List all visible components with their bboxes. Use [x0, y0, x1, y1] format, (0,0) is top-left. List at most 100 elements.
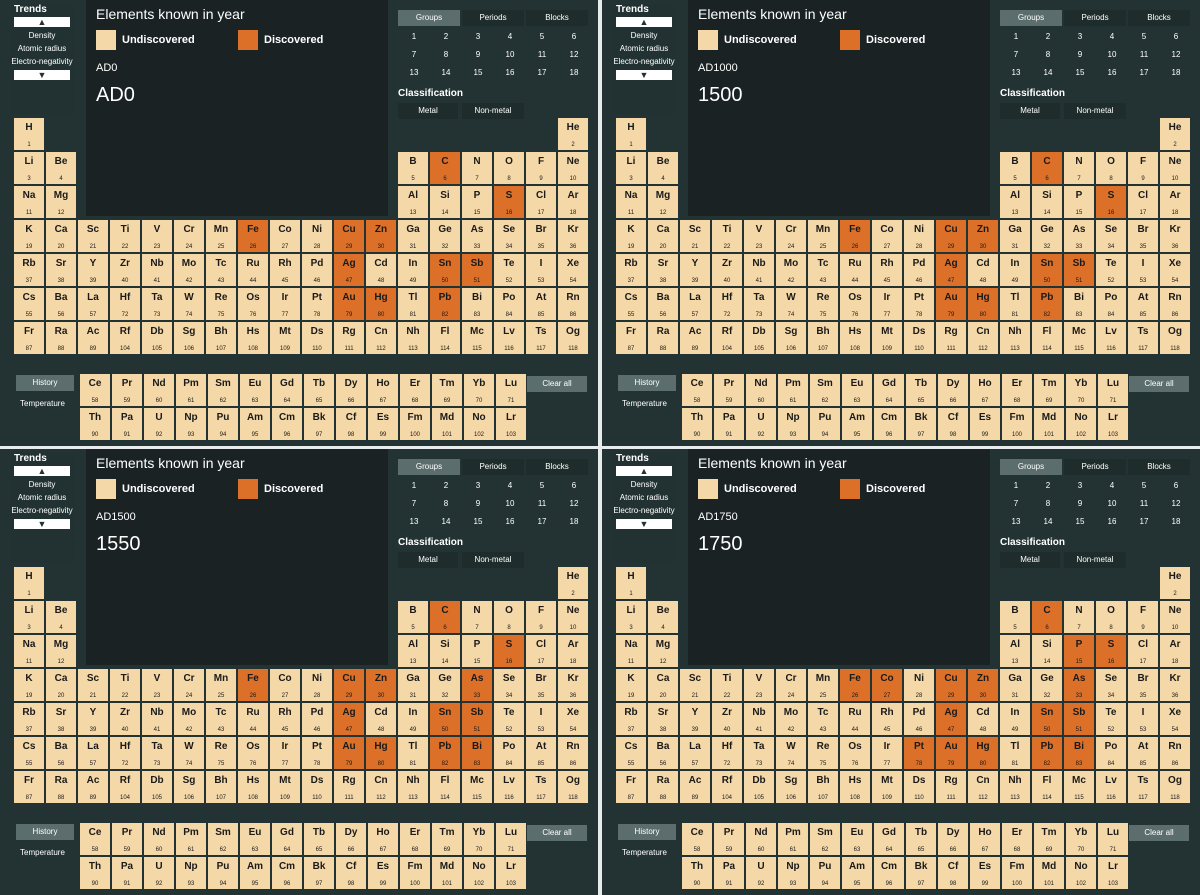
element-v[interactable]: V 23 — [744, 669, 774, 701]
element-cd[interactable]: Cd 48 — [366, 254, 396, 286]
element-fe[interactable]: Fe 26 — [840, 669, 870, 701]
group-number[interactable]: 11 — [526, 46, 558, 64]
non-metal-button[interactable]: Non-metal — [1064, 552, 1126, 568]
element-hf[interactable]: Hf 72 — [712, 737, 742, 769]
element-po[interactable]: Po 84 — [1096, 288, 1126, 320]
element-sg[interactable]: Sg 106 — [174, 322, 204, 354]
element-sr[interactable]: Sr 38 — [46, 254, 76, 286]
element-lr[interactable]: Lr 103 — [496, 857, 526, 889]
element-nb[interactable]: Nb 41 — [142, 254, 172, 286]
element-pm[interactable]: Pm 61 — [176, 823, 206, 855]
element-sg[interactable]: Sg 106 — [174, 771, 204, 803]
element-sc[interactable]: Sc 21 — [680, 220, 710, 252]
history-button[interactable]: History — [618, 375, 676, 391]
element-no[interactable]: No 102 — [464, 408, 494, 440]
element-cd[interactable]: Cd 48 — [968, 703, 998, 735]
group-number[interactable]: 18 — [1160, 513, 1192, 531]
element-am[interactable]: Am 95 — [842, 408, 872, 440]
element-ts[interactable]: Ts 117 — [1128, 771, 1158, 803]
element-os[interactable]: Os 76 — [840, 737, 870, 769]
element-ta[interactable]: Ta 73 — [142, 737, 172, 769]
element-n[interactable]: N7 — [1064, 601, 1094, 633]
element-in[interactable]: In 49 — [398, 703, 428, 735]
element-os[interactable]: Os 76 — [840, 288, 870, 320]
element-na[interactable]: Na 11 — [616, 186, 646, 218]
element-b[interactable]: B5 — [398, 152, 428, 184]
element-na[interactable]: Na 11 — [14, 635, 44, 667]
element-ho[interactable]: Ho 67 — [368, 374, 398, 406]
element-db[interactable]: Db 105 — [142, 322, 172, 354]
element-ac[interactable]: Ac 89 — [78, 771, 108, 803]
element-fr[interactable]: Fr 87 — [14, 771, 44, 803]
metal-button[interactable]: Metal — [398, 552, 458, 568]
element-as[interactable]: As 33 — [1064, 669, 1094, 701]
element-nd[interactable]: Nd 60 — [746, 823, 776, 855]
element-as[interactable]: As 33 — [1064, 220, 1094, 252]
element-rn[interactable]: Rn 86 — [558, 288, 588, 320]
element-sg[interactable]: Sg 106 — [776, 771, 806, 803]
element-ni[interactable]: Ni 28 — [904, 220, 934, 252]
element-ac[interactable]: Ac 89 — [680, 771, 710, 803]
group-number[interactable]: 13 — [398, 513, 430, 531]
element-cu[interactable]: Cu 29 — [936, 669, 966, 701]
element-re[interactable]: Re 75 — [808, 288, 838, 320]
element-og[interactable]: Og 118 — [1160, 322, 1190, 354]
group-number[interactable]: 5 — [1128, 477, 1160, 495]
element-hf[interactable]: Hf 72 — [110, 288, 140, 320]
element-tc[interactable]: Tc 43 — [808, 703, 838, 735]
group-number[interactable]: 5 — [1128, 28, 1160, 46]
element-hf[interactable]: Hf 72 — [712, 288, 742, 320]
element-nd[interactable]: Nd 60 — [144, 374, 174, 406]
element-tm[interactable]: Tm 69 — [1034, 374, 1064, 406]
group-number[interactable]: 6 — [1160, 477, 1192, 495]
element-s[interactable]: S 16 — [494, 186, 524, 218]
element-er[interactable]: Er 68 — [1002, 823, 1032, 855]
element-ts[interactable]: Ts 117 — [1128, 322, 1158, 354]
group-number[interactable]: 12 — [558, 46, 590, 64]
element-hg[interactable]: Hg 80 — [366, 288, 396, 320]
group-number[interactable]: 2 — [1032, 28, 1064, 46]
element-pu[interactable]: Pu 94 — [208, 408, 238, 440]
element-w[interactable]: W 74 — [174, 288, 204, 320]
element-tl[interactable]: Tl 81 — [398, 737, 428, 769]
element-cr[interactable]: Cr 24 — [174, 669, 204, 701]
element-s[interactable]: S 16 — [1096, 186, 1126, 218]
element-be[interactable]: Be 4 — [46, 601, 76, 633]
element-bk[interactable]: Bk 97 — [906, 857, 936, 889]
element-og[interactable]: Og 118 — [558, 771, 588, 803]
element-y[interactable]: Y 39 — [680, 254, 710, 286]
element-ce[interactable]: Ce 58 — [682, 374, 712, 406]
element-hs[interactable]: Hs 108 — [840, 322, 870, 354]
element-la[interactable]: La 57 — [680, 288, 710, 320]
element-bi[interactable]: Bi 83 — [1064, 737, 1094, 769]
element-pu[interactable]: Pu 94 — [810, 408, 840, 440]
element-pr[interactable]: Pr 59 — [112, 823, 142, 855]
element-ag[interactable]: Ag 47 — [936, 703, 966, 735]
element-ag[interactable]: Ag 47 — [334, 703, 364, 735]
element-b[interactable]: B5 — [398, 601, 428, 633]
element-rg[interactable]: Rg 111 — [936, 771, 966, 803]
group-number[interactable]: 4 — [494, 28, 526, 46]
group-number[interactable]: 6 — [558, 477, 590, 495]
element-ce[interactable]: Ce 58 — [682, 823, 712, 855]
element-i[interactable]: I 53 — [526, 703, 556, 735]
group-number[interactable]: 13 — [1000, 64, 1032, 82]
element-rf[interactable]: Rf 104 — [110, 771, 140, 803]
element-pb[interactable]: Pb 82 — [1032, 737, 1062, 769]
trend-item-0[interactable]: Density — [612, 31, 676, 40]
element-bh[interactable]: Bh 107 — [206, 771, 236, 803]
element-er[interactable]: Er 68 — [400, 374, 430, 406]
group-number[interactable]: 12 — [1160, 495, 1192, 513]
element-pb[interactable]: Pb 82 — [430, 737, 460, 769]
element-ba[interactable]: Ba 56 — [46, 288, 76, 320]
group-number[interactable]: 3 — [462, 477, 494, 495]
element-er[interactable]: Er 68 — [400, 823, 430, 855]
element-cn[interactable]: Cn 112 — [366, 322, 396, 354]
element-y[interactable]: Y 39 — [680, 703, 710, 735]
element-bi[interactable]: Bi 83 — [462, 737, 492, 769]
element-ba[interactable]: Ba 56 — [648, 288, 678, 320]
element-cf[interactable]: Cf 98 — [938, 857, 968, 889]
element-kr[interactable]: Kr 36 — [558, 669, 588, 701]
element-cr[interactable]: Cr 24 — [776, 669, 806, 701]
element-mt[interactable]: Mt 109 — [872, 771, 902, 803]
